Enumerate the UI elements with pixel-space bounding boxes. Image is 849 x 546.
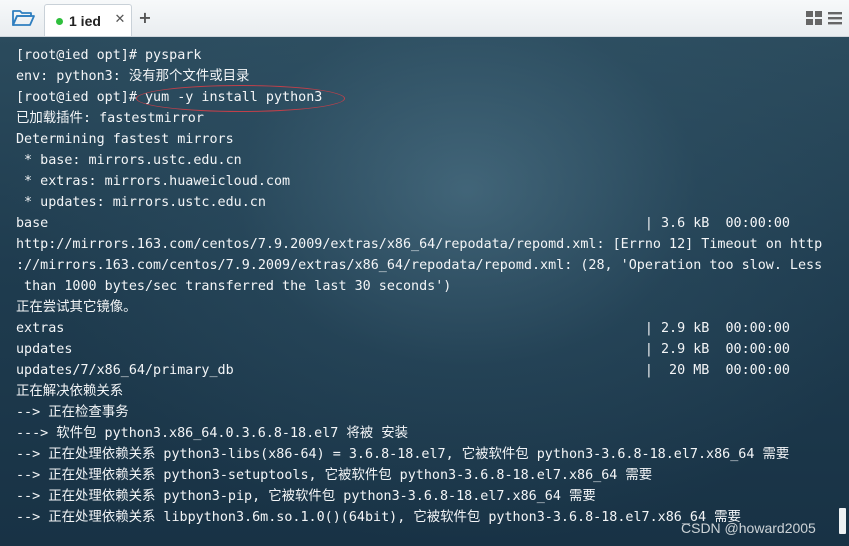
grid-layout-icon[interactable]: [806, 11, 822, 25]
terminal-line: * base: mirrors.ustc.edu.cn: [16, 153, 242, 168]
command-highlight-circle: [136, 85, 345, 112]
terminal-output[interactable]: [root@ied opt]# pyspark env: python3: 没有…: [0, 37, 849, 546]
terminal-line: ://mirrors.163.com/centos/7.9.2009/extra…: [16, 258, 823, 273]
open-folder-button[interactable]: [8, 6, 38, 30]
terminal-line: base | 3.6 kB 00:00:00: [16, 216, 790, 231]
folder-open-icon: [12, 10, 35, 26]
terminal-line: env: python3: 没有那个文件或目录: [16, 69, 250, 84]
terminal-line: 正在尝试其它镜像。: [16, 300, 137, 315]
terminal-line: http://mirrors.163.com/centos/7.9.2009/e…: [16, 237, 823, 252]
terminal-line: * extras: mirrors.huaweicloud.com: [16, 174, 291, 189]
terminal-line: extras | 2.9 kB 00:00:00: [16, 321, 790, 336]
add-tab-button[interactable]: +: [136, 8, 154, 28]
terminal-line: Determining fastest mirrors: [16, 132, 234, 147]
terminal-line: --> 正在检查事务: [16, 405, 129, 420]
terminal-lines: [root@ied opt]# pyspark env: python3: 没有…: [16, 45, 822, 528]
terminal-app-window: 1 ied ✕ + [root@ied opt]# pyspark env: p…: [0, 0, 849, 546]
terminal-line: ---> 软件包 python3.x86_64.0.3.6.8-18.el7 将…: [16, 426, 409, 441]
terminal-line: [root@ied opt]# pyspark: [16, 48, 202, 63]
terminal-line: updates/7/x86_64/primary_db | 20 MB 00:0…: [16, 363, 790, 378]
terminal-line: 已加载插件: fastestmirror: [16, 111, 204, 126]
watermark: CSDN @howard2005: [681, 520, 816, 536]
terminal-line: updates | 2.9 kB 00:00:00: [16, 342, 790, 357]
tab-bar: 1 ied ✕ +: [0, 0, 849, 37]
terminal-line: * updates: mirrors.ustc.edu.cn: [16, 195, 266, 210]
tab-label: 1 ied: [69, 13, 101, 29]
terminal-line: --> 正在处理依赖关系 python3-pip, 它被软件包 python3-…: [16, 489, 596, 504]
terminal-line: --> 正在处理依赖关系 python3-setuptools, 它被软件包 p…: [16, 468, 653, 483]
terminal-line: than 1000 bytes/sec transferred the last…: [16, 279, 452, 294]
hamburger-menu-icon[interactable]: [828, 10, 842, 26]
scrollbar-thumb[interactable]: [839, 508, 846, 534]
tab-session-ied[interactable]: 1 ied ✕: [44, 4, 132, 36]
terminal-line: --> 正在处理依赖关系 python3-libs(x86-64) = 3.6.…: [16, 447, 790, 462]
close-tab-icon[interactable]: ✕: [113, 11, 127, 29]
terminal-line: 正在解决依赖关系: [16, 384, 124, 399]
connection-status-dot: [56, 18, 63, 25]
